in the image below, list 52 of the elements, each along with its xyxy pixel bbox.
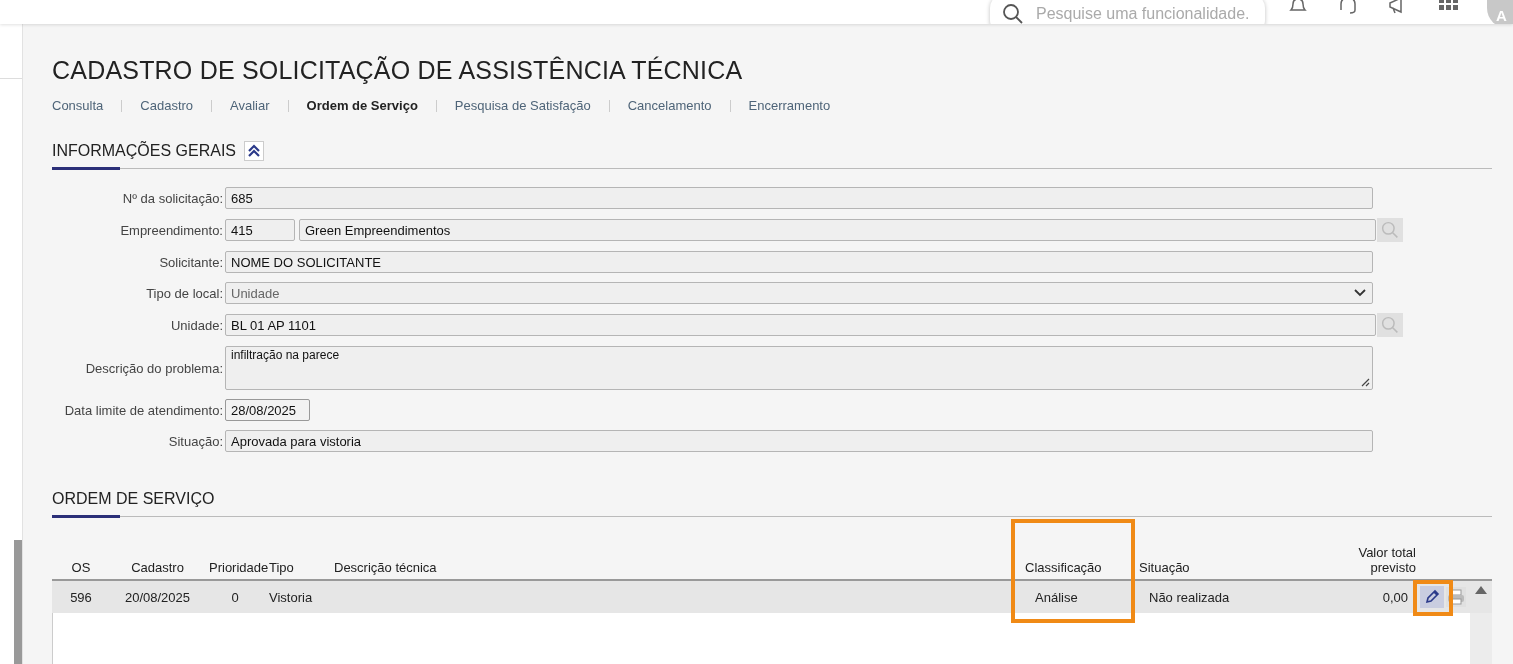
field-label: Descrição do problema: xyxy=(84,360,223,376)
search-field[interactable]: Pesquise uma funcionalidade. xyxy=(990,0,1265,24)
column-header: Situação xyxy=(1138,560,1191,575)
edit-button[interactable] xyxy=(1420,586,1444,608)
text-field[interactable]: Aprovada para vistoria xyxy=(225,430,1373,452)
printer-icon xyxy=(1447,588,1465,606)
column-header: Classificação xyxy=(1024,560,1103,575)
headset-icon[interactable] xyxy=(1337,0,1359,14)
section-title: INFORMAÇÕES GERAIS xyxy=(52,142,237,160)
search-icon xyxy=(1002,3,1024,24)
scroll-bar[interactable] xyxy=(14,540,22,664)
field-label: Data limite de atendimento: xyxy=(63,402,223,418)
column-header: Descrição técnica xyxy=(333,560,438,575)
column-header: Cadastro xyxy=(130,560,185,575)
select-field[interactable]: Unidade xyxy=(225,282,1373,304)
field-label: Unidade: xyxy=(169,317,223,333)
pencil-icon xyxy=(1424,589,1440,605)
column-header: Valor total previsto xyxy=(1357,545,1417,575)
collapse-button[interactable] xyxy=(244,141,265,161)
tab[interactable]: Encerramento xyxy=(729,100,849,112)
field-label: Empreendimento: xyxy=(119,222,223,238)
tab[interactable]: Avaliar xyxy=(211,100,288,112)
tab[interactable]: Pesquisa de Satisfação xyxy=(435,100,609,112)
text-field[interactable]: 685 xyxy=(225,187,1373,209)
chevron-down-icon xyxy=(1354,289,1366,297)
tab[interactable]: Cadastro xyxy=(121,100,212,112)
text-field[interactable]: NOME DO SOLICITANTE xyxy=(225,251,1373,273)
tab[interactable]: Ordem de Serviço xyxy=(287,100,436,112)
page-title: CADASTRO DE SOLICITAÇÃO DE ASSISTÊNCIA TÉCNICA xyxy=(52,56,744,85)
section-title: ORDEM DE SERVIÇO xyxy=(52,490,215,508)
text-area[interactable]: infiltração na parece xyxy=(225,346,1373,390)
table-cell-text: 20/08/2025 xyxy=(123,589,192,605)
table-cell-text: 596 xyxy=(69,589,93,605)
field-label: Nº da solicitação: xyxy=(121,190,223,206)
table-cell-text: 0 xyxy=(230,589,240,605)
field-label: Tipo de local: xyxy=(145,285,223,301)
bell-icon[interactable] xyxy=(1287,0,1309,14)
field-label: Solicitante: xyxy=(158,254,223,270)
text-field[interactable]: BL 01 AP 1101 xyxy=(225,314,1376,336)
field-label: Situação: xyxy=(167,433,223,449)
table-cell-text: 0,00 xyxy=(1381,589,1409,605)
date-field[interactable]: 28/08/2025 xyxy=(225,399,310,421)
table-cell-text: Vistoria xyxy=(268,589,314,605)
table-cell-text: Análise xyxy=(1034,589,1079,605)
tab[interactable]: Consulta xyxy=(52,100,122,112)
code-field[interactable]: 415 xyxy=(225,219,295,241)
text-field[interactable]: Green Empreendimentos xyxy=(299,219,1376,241)
table-cell-text: Não realizada xyxy=(1148,589,1231,605)
column-header: OS xyxy=(70,560,92,575)
select-value: Unidade xyxy=(231,285,280,301)
resize-grip-icon[interactable] xyxy=(1361,378,1370,387)
tab[interactable]: Cancelamento xyxy=(608,100,730,112)
